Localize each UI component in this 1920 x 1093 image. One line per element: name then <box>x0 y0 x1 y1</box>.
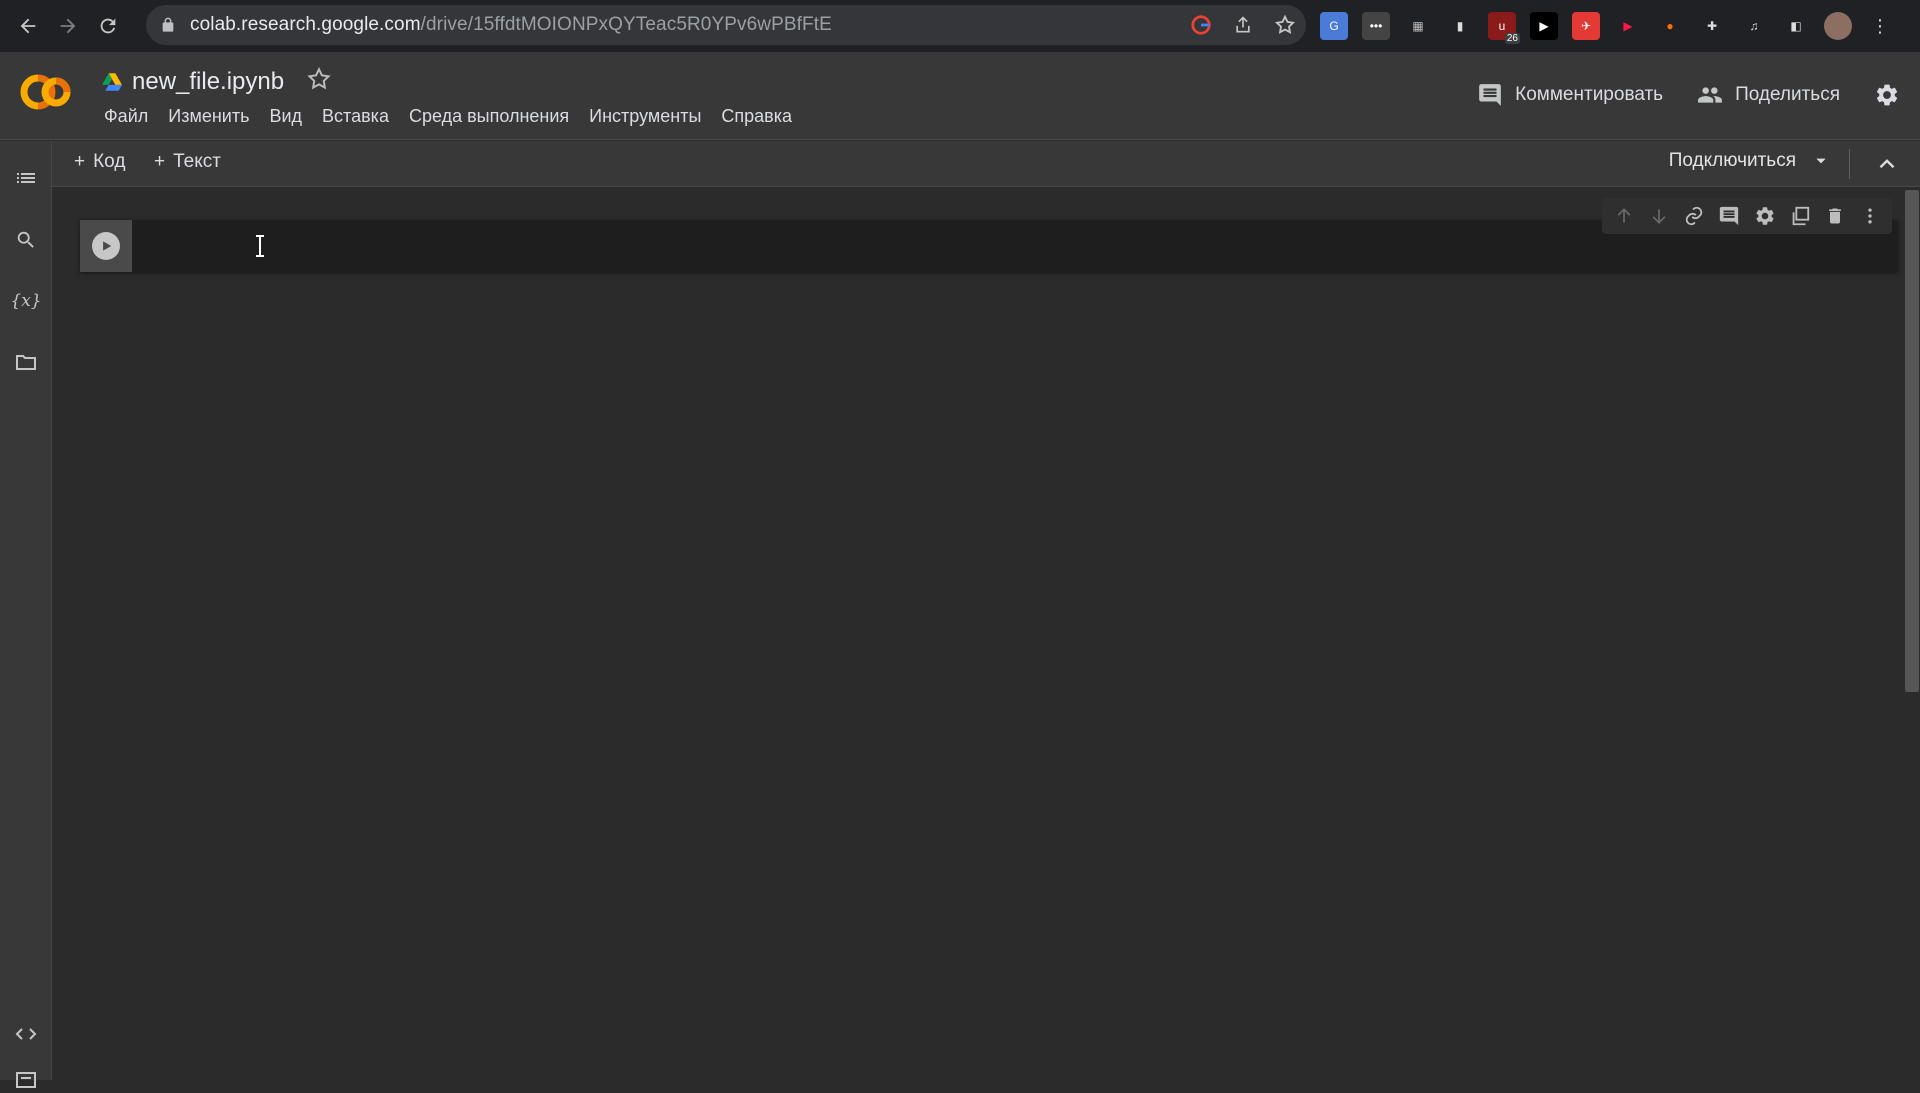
add-code-button[interactable]: + Код <box>74 151 125 173</box>
forward-button[interactable] <box>48 6 88 46</box>
colab-header: new_file.ipynb Файл Изменить Вид Вставка… <box>0 52 1920 140</box>
fire-extension-icon[interactable]: ● <box>1656 12 1684 40</box>
toolbar-divider <box>1849 149 1850 179</box>
code-snippets-icon[interactable] <box>13 1021 39 1047</box>
scrollbar-thumb[interactable] <box>1905 190 1919 692</box>
rocket-extension-icon[interactable]: ✈ <box>1572 12 1600 40</box>
arrow-forward-icon <box>60 18 76 34</box>
comment-icon <box>1479 84 1502 106</box>
lock-icon <box>162 17 174 32</box>
browser-toolbar: colab.research.google.com/drive/15ffdtMO… <box>0 0 1920 52</box>
plus-icon: + <box>154 151 166 172</box>
reader-extension-icon[interactable]: ▦ <box>1404 12 1432 40</box>
google-lens-icon[interactable] <box>1188 12 1214 38</box>
delete-icon[interactable] <box>1822 203 1848 229</box>
menu-tools[interactable]: Инструменты <box>579 106 711 127</box>
gift-extension-icon[interactable]: ▮ <box>1446 12 1474 40</box>
chrome-menu-icon[interactable]: ⋮ <box>1866 12 1894 40</box>
comment-button[interactable]: Комментировать <box>1477 82 1663 108</box>
menu-bar: Файл Изменить Вид Вставка Среда выполнен… <box>94 106 802 127</box>
reload-icon <box>100 18 116 34</box>
connect-label: Подключиться <box>1668 150 1796 171</box>
text-cursor-icon <box>256 235 264 257</box>
move-down-icon[interactable] <box>1646 203 1672 229</box>
bookmark-star-icon[interactable] <box>1272 12 1298 38</box>
puzzle-extension-icon[interactable]: ✚ <box>1698 12 1726 40</box>
run-cell-button[interactable] <box>80 220 132 272</box>
mirror-cell-icon[interactable] <box>1787 203 1813 229</box>
notebook-toolbar: + Код + Текст Подключиться <box>52 141 1920 187</box>
command-palette-icon[interactable] <box>13 1067 39 1093</box>
table-of-contents-icon[interactable] <box>13 165 39 191</box>
chevron-up-icon[interactable] <box>1874 151 1900 177</box>
url-path: /drive/15ffdtMOIONPxQYTeac5R0YPv6wPBfFtE <box>420 14 832 35</box>
more-options-icon[interactable] <box>1857 203 1883 229</box>
menu-help[interactable]: Справка <box>711 106 802 127</box>
play-extension-icon[interactable]: ▶ <box>1530 12 1558 40</box>
translate-extension-icon[interactable]: G <box>1320 12 1348 40</box>
share-label: Поделиться <box>1735 84 1840 105</box>
menu-runtime[interactable]: Среда выполнения <box>399 106 579 127</box>
side-panel-icon[interactable]: ◧ <box>1782 12 1810 40</box>
add-text-button[interactable]: + Текст <box>154 151 221 173</box>
gear-icon[interactable] <box>1752 203 1778 229</box>
colab-logo-icon[interactable] <box>18 72 74 112</box>
profile-avatar[interactable] <box>1824 12 1852 40</box>
dropdown-arrow-icon[interactable] <box>1814 154 1828 168</box>
share-page-icon[interactable] <box>1230 12 1256 38</box>
arrow-back-icon <box>20 18 36 34</box>
cell-toolbar <box>1602 198 1892 234</box>
menu-file[interactable]: Файл <box>94 106 158 127</box>
people-icon <box>1698 87 1722 103</box>
link-icon[interactable] <box>1681 203 1707 229</box>
youtube-extension-icon[interactable]: ▶ <box>1614 12 1642 40</box>
url-text: colab.research.google.com/drive/15ffdtMO… <box>190 14 832 36</box>
files-folder-icon[interactable] <box>13 349 39 375</box>
ublock-extension-icon[interactable]: u 26 <box>1488 12 1520 44</box>
back-button[interactable] <box>8 6 48 46</box>
menu-edit[interactable]: Изменить <box>158 106 259 127</box>
left-sidebar: {x} <box>0 141 52 1088</box>
menu-view[interactable]: Вид <box>259 106 312 127</box>
star-icon[interactable] <box>306 66 332 92</box>
reload-button[interactable] <box>88 6 128 46</box>
comment-icon[interactable] <box>1716 203 1742 229</box>
variables-icon[interactable]: {x} <box>10 288 41 314</box>
extension-badge: 26 <box>1504 33 1520 44</box>
plus-icon: + <box>74 151 86 172</box>
search-icon[interactable] <box>13 227 39 253</box>
media-control-icon[interactable]: ♫ <box>1740 12 1768 40</box>
notebook-title[interactable]: new_file.ipynb <box>132 68 284 96</box>
address-bar[interactable]: colab.research.google.com/drive/15ffdtMO… <box>146 5 1306 45</box>
connect-button[interactable]: Подключиться <box>1669 150 1828 172</box>
add-code-label: Код <box>93 151 126 172</box>
menu-insert[interactable]: Вставка <box>312 106 399 127</box>
add-text-label: Текст <box>173 151 221 172</box>
url-host: colab.research.google.com <box>190 14 421 35</box>
move-up-icon[interactable] <box>1611 203 1637 229</box>
comment-label: Комментировать <box>1515 84 1664 105</box>
more-extension-icon[interactable]: ••• <box>1362 12 1390 40</box>
play-icon <box>103 241 112 251</box>
vertical-scrollbar[interactable] <box>1904 188 1920 1080</box>
share-button[interactable]: Поделиться <box>1697 82 1840 108</box>
google-drive-icon <box>102 73 122 91</box>
settings-gear-icon[interactable] <box>1874 82 1900 108</box>
notebook-area <box>53 188 1905 1080</box>
